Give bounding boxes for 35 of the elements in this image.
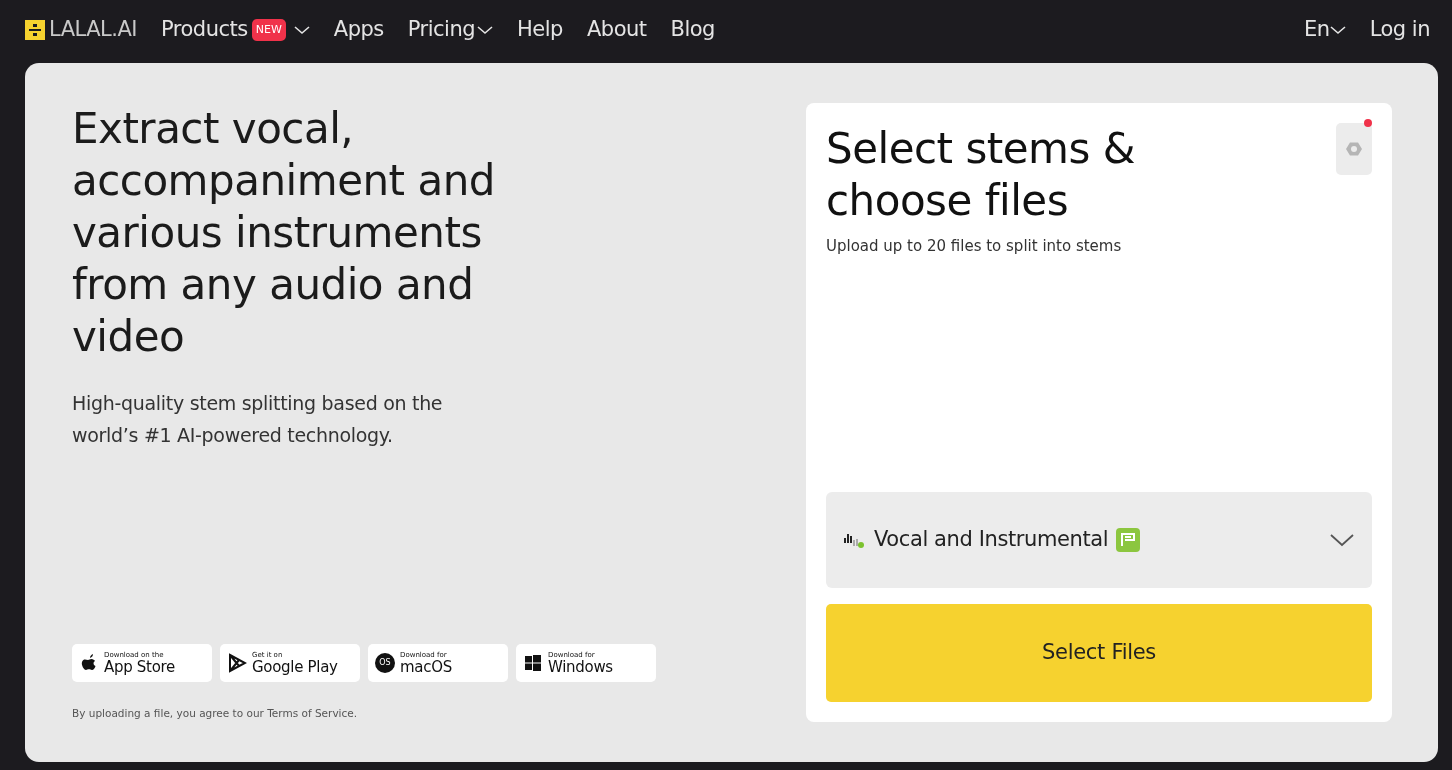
nav-link[interactable]: Apps <box>333 14 384 46</box>
chevron-down-icon <box>1330 533 1354 547</box>
stem-label: Vocal and Instrumental <box>874 526 1109 554</box>
settings-icon <box>1346 141 1362 157</box>
waveform-icon <box>844 532 866 548</box>
login-link[interactable]: Log in <box>1369 14 1430 46</box>
nav-link[interactable]: Blog <box>670 14 715 46</box>
nav-link[interactable]: Products <box>161 14 248 46</box>
store-name: macOS <box>400 659 452 676</box>
nav-link[interactable]: Pricing <box>407 14 476 46</box>
os-badge: OS <box>375 653 395 674</box>
nav-link[interactable]: Help <box>517 14 563 46</box>
select-files-button[interactable]: Select Files <box>826 604 1372 702</box>
terms-text: By uploading a file, you agree to our Terms of Service. <box>72 706 359 722</box>
logo-text: LALAL.AI <box>49 16 138 44</box>
play-triangle-icon <box>227 653 247 674</box>
preset-icon <box>1116 528 1141 552</box>
terms-link[interactable]: Terms of Service <box>267 707 354 720</box>
caret-icon <box>1329 25 1346 35</box>
nav-link[interactable]: About <box>586 14 647 46</box>
store-name: Windows <box>548 659 613 676</box>
upload-title: Select stems & choose files <box>826 123 1136 227</box>
hero-heading: Extract vocal, accompaniment and various instruments from any audio and video <box>72 103 496 363</box>
caret-icon <box>293 25 310 35</box>
notification-dot <box>1364 119 1372 127</box>
new-badge: NEW <box>251 18 286 42</box>
upload-subtitle: Upload up to 20 files to split into stems <box>826 236 1123 257</box>
caret-icon <box>477 25 494 35</box>
hero-subheading: High-quality stem splitting based on the world’s #1 AI-powered technology. <box>72 391 444 448</box>
windows-icon <box>523 653 543 674</box>
language-selector[interactable]: En <box>1304 14 1330 46</box>
store-name: App Store <box>104 659 176 676</box>
logo-icon <box>25 20 45 40</box>
store-name: Google Play <box>252 659 338 676</box>
stem-dropdown[interactable]: Vocal and Instrumental <box>826 492 1372 588</box>
